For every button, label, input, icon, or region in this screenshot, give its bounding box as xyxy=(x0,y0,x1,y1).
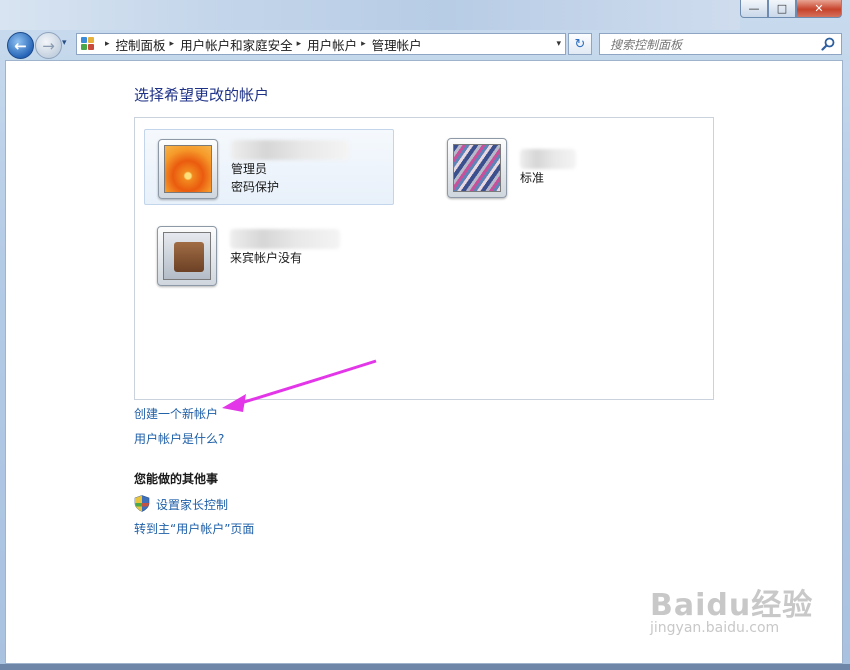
account-picture xyxy=(447,138,507,198)
account-tile-standard[interactable]: 标准 xyxy=(434,129,684,205)
breadcrumb-separator[interactable]: ▸ xyxy=(170,39,175,49)
shield-icon xyxy=(134,495,150,512)
search-icon[interactable] xyxy=(821,37,835,51)
user-accounts-main-page-link[interactable]: 转到主“用户帐户”页面 xyxy=(134,520,254,537)
parental-controls-link[interactable]: 设置家长控制 xyxy=(156,496,228,513)
account-type-label: 管理员 xyxy=(231,162,268,176)
close-button[interactable]: ✕ xyxy=(796,0,842,18)
account-picture xyxy=(158,139,218,199)
account-name-redacted xyxy=(231,140,349,160)
account-protection-label: 密码保护 xyxy=(231,180,280,194)
breadcrumb-user-accounts[interactable]: 用户帐户 xyxy=(307,35,357,54)
other-tasks-heading: 您能做的其他事 xyxy=(134,472,219,486)
address-dropdown-icon[interactable]: ▾ xyxy=(556,39,561,49)
account-tile-administrator[interactable]: 管理员 密码保护 xyxy=(144,129,394,205)
search-box[interactable] xyxy=(599,33,842,55)
account-name-redacted xyxy=(230,229,340,249)
refresh-button[interactable]: ↻ xyxy=(568,33,592,55)
forward-button[interactable]: → xyxy=(35,32,62,59)
breadcrumb-manage-accounts[interactable]: 管理帐户 xyxy=(372,35,422,54)
account-tile-guest[interactable]: 来宾帐户没有 xyxy=(144,217,394,293)
breadcrumb-separator: ▸ xyxy=(105,39,110,49)
recent-pages-dropdown[interactable]: ▾ xyxy=(62,38,67,48)
breadcrumb-separator[interactable]: ▸ xyxy=(361,39,366,49)
account-name-redacted xyxy=(520,149,576,169)
maximize-button[interactable]: □ xyxy=(768,0,796,18)
content-pane: 选择希望更改的帐户 管理员 密码保护 标准 来宾帐户没有 创建一个新帐户 用户帐… xyxy=(5,60,843,664)
account-type-label: 标准 xyxy=(520,171,545,185)
page-title: 选择希望更改的帐户 xyxy=(134,86,270,104)
breadcrumb-control-panel[interactable]: 控制面板 xyxy=(116,35,166,54)
create-account-link[interactable]: 创建一个新帐户 xyxy=(134,405,218,422)
search-input[interactable] xyxy=(608,35,822,55)
back-button[interactable]: ← xyxy=(7,32,34,59)
flower-picture xyxy=(164,145,212,193)
window-controls: — □ ✕ xyxy=(740,0,842,18)
address-bar[interactable]: ▸ 控制面板 ▸ 用户帐户和家庭安全 ▸ 用户帐户 ▸ 管理帐户 ▾ xyxy=(76,33,566,55)
baidu-watermark: Baidu经验 jingyan.baidu.com xyxy=(650,580,813,636)
title-bar xyxy=(0,0,740,30)
account-list: 管理员 密码保护 标准 来宾帐户没有 xyxy=(134,117,714,400)
refresh-icon: ↻ xyxy=(574,36,586,52)
window-frame: — □ ✕ ← → ▾ ▸ 控制面板 ▸ 用户帐户和家庭安全 ▸ 用户帐户 ▸ … xyxy=(0,0,850,670)
breadcrumb-separator[interactable]: ▸ xyxy=(297,39,302,49)
account-type-label: 来宾帐户没有 xyxy=(230,251,303,265)
account-picture xyxy=(157,226,217,286)
taskbar-edge xyxy=(0,664,850,670)
what-is-account-link[interactable]: 用户帐户是什么? xyxy=(134,430,224,447)
breadcrumb-user-accounts-family-safety[interactable]: 用户帐户和家庭安全 xyxy=(180,35,293,54)
minimize-button[interactable]: — xyxy=(740,0,768,18)
luggage-picture xyxy=(163,232,211,280)
control-panel-icon xyxy=(81,37,97,51)
navigation-bar: ← → ▾ ▸ 控制面板 ▸ 用户帐户和家庭安全 ▸ 用户帐户 ▸ 管理帐户 ▾… xyxy=(0,30,850,60)
fabric-picture xyxy=(453,144,501,192)
watermark-logo: Baidu经验 xyxy=(650,588,814,623)
